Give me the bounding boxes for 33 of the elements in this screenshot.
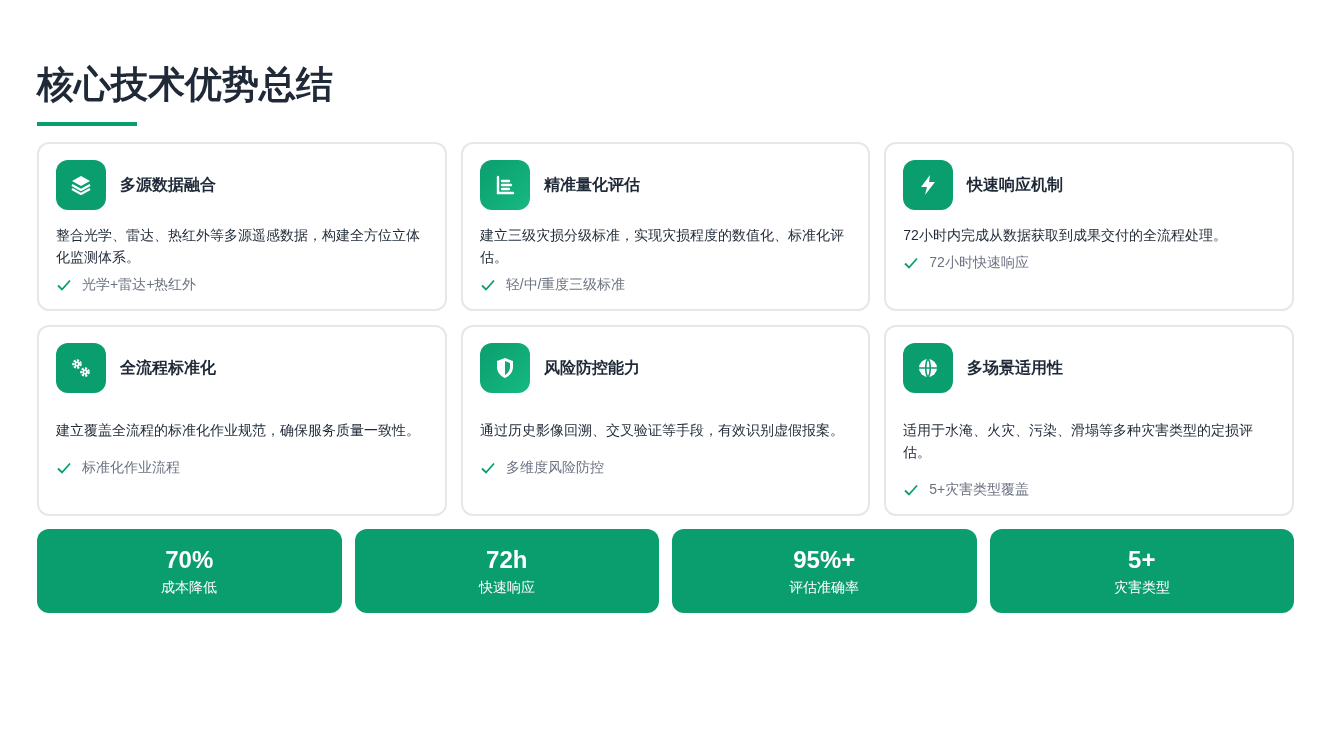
globe-icon xyxy=(903,343,954,393)
stat-value: 5+ xyxy=(1128,545,1156,575)
card-title: 风险防控能力 xyxy=(543,358,640,378)
stat-label: 灾害类型 xyxy=(1113,578,1170,597)
feature-point: 光学+雷达+热红外 xyxy=(82,275,197,294)
gears-icon xyxy=(56,343,106,393)
card-description: 建立三级灾损分级标准，实现灾损程度的数值化、标准化评估。 xyxy=(479,226,845,267)
feature-point: 标准化作业流程 xyxy=(82,458,180,477)
card-description: 通过历史影像回溯、交叉验证等手段，有效识别虚假报案。 xyxy=(479,421,845,440)
page-title: 核心技术优势总结 xyxy=(37,63,334,107)
chart-icon xyxy=(479,160,530,210)
card-description: 72小时内完成从数据获取到成果交付的全流程处理。 xyxy=(903,226,1228,245)
card-title: 全流程标准化 xyxy=(120,358,216,378)
bolt-icon xyxy=(903,160,954,210)
stat-value: 95%+ xyxy=(793,545,856,575)
feature-point: 轻/中/重度三级标准 xyxy=(505,275,626,294)
stat-value: 72h xyxy=(486,545,528,575)
layers-icon xyxy=(56,160,106,210)
stat-label: 评估准确率 xyxy=(789,578,860,597)
card-description: 适用于水淹、火灾、污染、滑塌等多种灾害类型的定损评估。 xyxy=(903,421,1255,462)
feature-point: 72小时快速响应 xyxy=(929,253,1029,272)
card-title: 多场景适用性 xyxy=(967,358,1064,378)
stat-label: 成本降低 xyxy=(161,578,218,597)
stat-value: 70% xyxy=(165,545,214,575)
card-description: 建立覆盖全流程的标准化作业规范，确保服务质量一致性。 xyxy=(56,421,421,440)
stat-label: 快速响应 xyxy=(478,578,535,597)
card-description: 整合光学、雷达、热红外等多源遥感数据，构建全方位立体化监测体系。 xyxy=(56,226,421,267)
feature-point: 多维度风险防控 xyxy=(505,458,604,477)
shield-icon xyxy=(479,343,530,393)
card-title: 多源数据融合 xyxy=(120,175,216,195)
card-title: 快速响应机制 xyxy=(967,175,1064,195)
feature-point: 5+灾害类型覆盖 xyxy=(929,480,1030,499)
card-title: 精准量化评估 xyxy=(543,175,640,195)
